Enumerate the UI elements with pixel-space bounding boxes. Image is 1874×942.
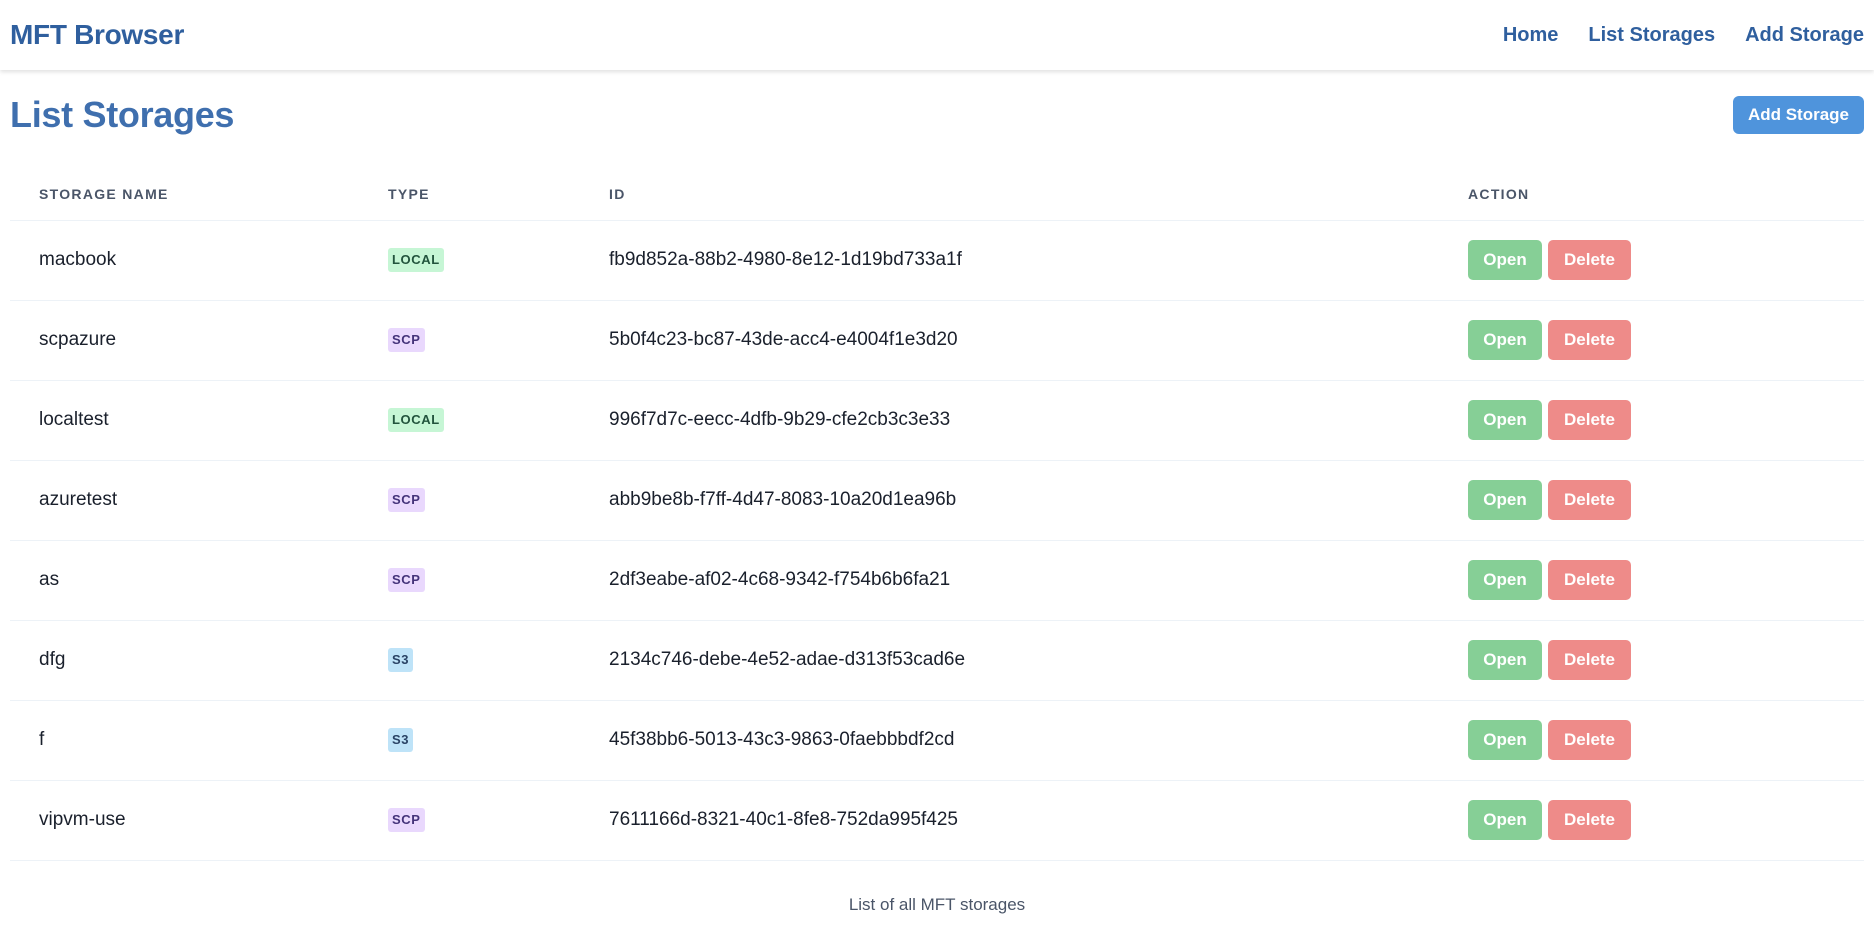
main-content: List Storages Add Storage STORAGE NAME T… bbox=[0, 92, 1874, 915]
storage-action-cell: Open Delete bbox=[1439, 220, 1864, 301]
storage-id: 2df3eabe-af02-4c68-9342-f754b6b6fa21 bbox=[609, 569, 951, 590]
storage-type-cell: S3 bbox=[359, 620, 580, 701]
open-button[interactable]: Open bbox=[1468, 400, 1542, 440]
storage-name: localtest bbox=[39, 409, 109, 430]
open-button[interactable]: Open bbox=[1468, 480, 1542, 520]
storage-type-cell: S3 bbox=[359, 700, 580, 781]
table-row: dfg S3 2134c746-debe-4e52-adae-d313f53cad6… bbox=[10, 620, 1864, 701]
storage-type-badge: SCP bbox=[388, 328, 425, 352]
delete-button[interactable]: Delete bbox=[1548, 560, 1631, 600]
storage-id-cell: 996f7d7c-eecc-4dfb-9b29-cfe2cb3c3e33 bbox=[580, 380, 1439, 461]
table-row: f S3 45f38bb6-5013-43c3-9863-0faebbbdf2cd O… bbox=[10, 700, 1864, 781]
storage-name: macbook bbox=[39, 249, 117, 270]
storage-type-badge: LOCAL bbox=[388, 248, 444, 272]
storage-type-badge: S3 bbox=[388, 728, 414, 752]
storage-type-cell: LOCAL bbox=[359, 220, 580, 301]
storage-id-cell: 2df3eabe-af02-4c68-9342-f754b6b6fa21 bbox=[580, 540, 1439, 621]
storage-name-cell: azuretest bbox=[10, 460, 359, 541]
open-button[interactable]: Open bbox=[1468, 240, 1542, 280]
delete-button[interactable]: Delete bbox=[1548, 400, 1631, 440]
storage-id: 5b0f4c23-bc87-43de-acc4-e4004f1e3d20 bbox=[609, 329, 958, 350]
storage-type-cell: SCP bbox=[359, 300, 580, 381]
storage-type-badge: S3 bbox=[388, 648, 414, 672]
storage-action-cell: Open Delete bbox=[1439, 300, 1864, 381]
storage-type-cell: LOCAL bbox=[359, 380, 580, 461]
table-row: as SCP 2df3eabe-af02-4c68-9342-f754b6b6fa2… bbox=[10, 540, 1864, 621]
nav-link-home[interactable]: Home bbox=[1503, 24, 1559, 47]
page-header: List Storages Add Storage bbox=[10, 92, 1864, 138]
table-header-row: STORAGE NAME TYPE ID ACTION bbox=[10, 168, 1864, 221]
storage-id-cell: 5b0f4c23-bc87-43de-acc4-e4004f1e3d20 bbox=[580, 300, 1439, 381]
storage-id: 996f7d7c-eecc-4dfb-9b29-cfe2cb3c3e33 bbox=[609, 409, 951, 430]
delete-button[interactable]: Delete bbox=[1548, 320, 1631, 360]
storage-type-badge: SCP bbox=[388, 488, 425, 512]
table-row: macbook LOCAL fb9d852a-88b2-4980-8e12-1d19… bbox=[10, 220, 1864, 301]
storage-name-cell: macbook bbox=[10, 220, 359, 301]
storage-name-cell: scpazure bbox=[10, 300, 359, 381]
open-button[interactable]: Open bbox=[1468, 800, 1542, 840]
header-id: ID bbox=[580, 168, 1439, 221]
storage-name: scpazure bbox=[39, 329, 117, 350]
table-row: vipvm-use SCP 7611166d-8321-40c1-8fe8-752d… bbox=[10, 780, 1864, 861]
storage-action-cell: Open Delete bbox=[1439, 380, 1864, 461]
header-storage-name: STORAGE NAME bbox=[10, 168, 359, 221]
navbar: MFT Browser Home List Storages Add Stora… bbox=[0, 0, 1874, 70]
add-storage-button[interactable]: Add Storage bbox=[1732, 96, 1864, 134]
storage-id-cell: fb9d852a-88b2-4980-8e12-1d19bd733a1f bbox=[580, 220, 1439, 301]
open-button[interactable]: Open bbox=[1468, 320, 1542, 360]
storage-action-cell: Open Delete bbox=[1439, 700, 1864, 781]
storage-action-cell: Open Delete bbox=[1439, 540, 1864, 621]
storage-name: f bbox=[39, 729, 45, 750]
storage-name: azuretest bbox=[39, 489, 118, 510]
nav-link-add-storage[interactable]: Add Storage bbox=[1745, 24, 1864, 47]
storage-action-cell: Open Delete bbox=[1439, 620, 1864, 701]
nav-link-list-storages[interactable]: List Storages bbox=[1588, 24, 1715, 47]
table-row: scpazure SCP 5b0f4c23-bc87-43de-acc4-e4004… bbox=[10, 300, 1864, 381]
storage-type-cell: SCP bbox=[359, 460, 580, 541]
open-button[interactable]: Open bbox=[1468, 640, 1542, 680]
storage-id: 7611166d-8321-40c1-8fe8-752da995f425 bbox=[609, 809, 958, 830]
storage-id-cell: 7611166d-8321-40c1-8fe8-752da995f425 bbox=[580, 780, 1439, 861]
storage-type-badge: SCP bbox=[388, 568, 425, 592]
storage-id: fb9d852a-88b2-4980-8e12-1d19bd733a1f bbox=[609, 249, 962, 270]
storage-name: dfg bbox=[39, 649, 66, 670]
storage-name-cell: f bbox=[10, 700, 359, 781]
open-button[interactable]: Open bbox=[1468, 560, 1542, 600]
delete-button[interactable]: Delete bbox=[1548, 240, 1631, 280]
storage-name-cell: vipvm-use bbox=[10, 780, 359, 861]
storage-id: 45f38bb6-5013-43c3-9863-0faebbbdf2cd bbox=[609, 729, 955, 750]
brand-logo[interactable]: MFT Browser bbox=[10, 19, 184, 51]
table-caption: List of all MFT storages bbox=[848, 894, 1026, 914]
header-action: ACTION bbox=[1439, 168, 1864, 221]
storage-name: vipvm-use bbox=[39, 809, 126, 830]
delete-button[interactable]: Delete bbox=[1548, 800, 1631, 840]
delete-button[interactable]: Delete bbox=[1548, 480, 1631, 520]
storage-name: as bbox=[39, 569, 60, 590]
table-row: localtest LOCAL 996f7d7c-eecc-4dfb-9b29-cf… bbox=[10, 380, 1864, 461]
header-type: TYPE bbox=[359, 168, 580, 221]
storage-id: 2134c746-debe-4e52-adae-d313f53cad6e bbox=[609, 649, 966, 670]
storage-id: abb9be8b-f7ff-4d47-8083-10a20d1ea96b bbox=[609, 489, 957, 510]
storage-action-cell: Open Delete bbox=[1439, 460, 1864, 541]
delete-button[interactable]: Delete bbox=[1548, 640, 1631, 680]
storage-type-badge: SCP bbox=[388, 808, 425, 832]
storage-type-badge: LOCAL bbox=[388, 408, 444, 432]
table-body: macbook LOCAL fb9d852a-88b2-4980-8e12-1d19… bbox=[10, 220, 1864, 861]
page-title: List Storages bbox=[10, 94, 235, 135]
storage-id-cell: 2134c746-debe-4e52-adae-d313f53cad6e bbox=[580, 620, 1439, 701]
table-row: azuretest SCP abb9be8b-f7ff-4d47-8083-10a2… bbox=[10, 460, 1864, 541]
storage-name-cell: localtest bbox=[10, 380, 359, 461]
storage-type-cell: SCP bbox=[359, 780, 580, 861]
storage-name-cell: as bbox=[10, 540, 359, 621]
nav-links: Home List Storages Add Storage bbox=[1473, 24, 1864, 47]
storage-action-cell: Open Delete bbox=[1439, 780, 1864, 861]
storages-table: STORAGE NAME TYPE ID ACTION macbook LOCAL… bbox=[10, 168, 1864, 861]
storage-id-cell: 45f38bb6-5013-43c3-9863-0faebbbdf2cd bbox=[580, 700, 1439, 781]
open-button[interactable]: Open bbox=[1468, 720, 1542, 760]
storage-name-cell: dfg bbox=[10, 620, 359, 701]
storage-type-cell: SCP bbox=[359, 540, 580, 621]
storage-id-cell: abb9be8b-f7ff-4d47-8083-10a20d1ea96b bbox=[580, 460, 1439, 541]
delete-button[interactable]: Delete bbox=[1548, 720, 1631, 760]
